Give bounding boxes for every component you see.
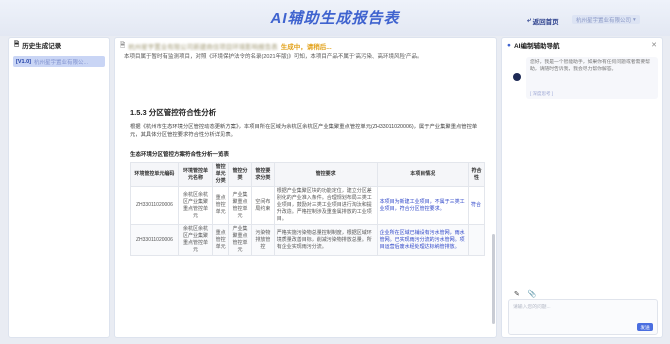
assistant-input[interactable]: 请输入您的问题... 发送 bbox=[508, 299, 658, 335]
column-header: 管控要求 bbox=[273, 162, 378, 187]
attach-icon[interactable]: 📎 bbox=[528, 290, 537, 298]
cell-name: 余杭区余杭区产业集聚重点管控单元 bbox=[177, 186, 214, 225]
document-panel: 🗎 杭州星宇置业有限公司新建商住项目环境影响报告表 生成中，请稍后... 本项目… bbox=[114, 37, 497, 338]
cell-category: 产业集聚重点管控单元 bbox=[228, 224, 252, 256]
back-home-label: 返回首页 bbox=[532, 19, 559, 26]
assistant-title: AI编制辅助导航 bbox=[513, 43, 560, 50]
document-subtext: 本项目属于暂时有监测项目，对照《环境保护法令的名录(2021年版)》可知，本项目… bbox=[124, 54, 423, 60]
history-panel: 🗎 历史生成记录 [V1.0] 杭州星宇置业有限公... bbox=[8, 37, 110, 338]
history-item[interactable]: [V1.0] 杭州星宇置业有限公... bbox=[13, 56, 105, 67]
section-paragraph: 根据《杭州市生态环境分区管控动态更新方案》，本项目所在区域为余杭区余杭区产业集聚… bbox=[130, 124, 478, 138]
table-row: ZH33011020006 余杭区余杭区产业集聚重点管控单元 重点管控单元 产业… bbox=[130, 186, 486, 225]
compliance-table: 环境管控单元编码 环境管控单元名称 管控单元分类 管控分类 管控要求分类 管控要… bbox=[130, 162, 486, 256]
document-header: 🗎 杭州星宇置业有限公司新建商住项目环境影响报告表 生成中，请稍后... bbox=[120, 41, 491, 52]
cell-name: 余杭区余杭区产业集聚重点管控单元 bbox=[177, 224, 214, 256]
assistant-dot-icon: ● bbox=[507, 41, 511, 49]
cell-code: ZH33011020006 bbox=[130, 186, 179, 225]
back-home-link[interactable]: ⤶ 返回首页 bbox=[527, 16, 559, 26]
column-header: 符合性 bbox=[467, 162, 486, 187]
cell-compliance bbox=[467, 224, 486, 256]
edit-icon[interactable]: ✎ bbox=[514, 290, 520, 298]
app-title: AI辅助生成报告表 bbox=[270, 10, 400, 27]
cell-category: 产业集聚重点管控单元 bbox=[228, 186, 252, 225]
table-title: 生态环境分区管控方案符合性分析一览表 bbox=[130, 152, 230, 158]
history-title: 历史生成记录 bbox=[22, 43, 62, 50]
cell-req-type: 空间布局约束 bbox=[250, 186, 275, 225]
input-placeholder: 请输入您的问题... bbox=[513, 305, 551, 310]
back-arrow-icon: ⤶ bbox=[527, 17, 531, 24]
history-icon: 🗎 bbox=[14, 40, 20, 48]
column-header: 本项目情况 bbox=[376, 162, 469, 187]
document-scrollbar[interactable] bbox=[492, 234, 495, 324]
assistant-panel: ● AI编制辅助导航 ✕ 您好，我是一个智能助手，如果你有任何问题或者需要帮助，… bbox=[501, 37, 663, 338]
close-icon[interactable]: ✕ bbox=[651, 41, 657, 49]
assistant-header: ● AI编制辅助导航 bbox=[502, 38, 662, 52]
column-header: 管控分类 bbox=[228, 162, 252, 187]
column-header: 环境管控单元名称 bbox=[177, 162, 214, 187]
chevron-down-icon: ▾ bbox=[633, 16, 636, 23]
send-button[interactable]: 发送 bbox=[637, 323, 653, 331]
cell-requirement: 严格实施污染物总量控制制度，根据区域环境质量改善目标，削减污染物排放总量。所有企… bbox=[273, 224, 378, 256]
table-header-row: 环境管控单元编码 环境管控单元名称 管控单元分类 管控分类 管控要求分类 管控要… bbox=[130, 162, 486, 187]
assistant-toolbar: ✎ 📎 bbox=[514, 290, 537, 298]
column-header: 管控要求分类 bbox=[250, 162, 275, 187]
section-title: 1.5.3 分区管控符合性分析 bbox=[130, 108, 217, 117]
cell-situation: 企业所在区域已铺设有污水管网，雨水管网。已实现雨污分流的污水管网。项目运营后废水… bbox=[376, 224, 469, 256]
top-bar: AI辅助生成报告表 ⤶ 返回首页 杭州星宇置业有限公司 ▾ bbox=[0, 0, 670, 36]
cell-unit-type: 重点管控单元 bbox=[212, 186, 230, 225]
document-name: 杭州星宇置业有限公司新建商住项目环境影响报告表 bbox=[128, 44, 278, 51]
deep-think-tag[interactable]: [ 深度思考 ] bbox=[530, 91, 553, 97]
generation-status: 生成中，请稍后... bbox=[280, 44, 332, 51]
cell-unit-type: 重点管控单元 bbox=[212, 224, 230, 256]
history-version: [V1.0] bbox=[16, 58, 31, 65]
cell-compliance: 符合 bbox=[467, 186, 486, 225]
bot-avatar-icon bbox=[513, 73, 521, 81]
history-name: 杭州星宇置业有限公... bbox=[33, 59, 89, 66]
cell-situation: 本项目为新建工业项目，不属于三类工业项目，符合分区管控要求。 bbox=[376, 186, 469, 225]
document-icon: 🗎 bbox=[120, 41, 126, 49]
cell-req-type: 污染物排放管控 bbox=[250, 224, 275, 256]
cell-code: ZH33011020006 bbox=[130, 224, 179, 256]
cell-requirement: 根据产业集聚区块的功能定位，建立分区差别化的产业准入条件。合理规划布局三类工业项… bbox=[273, 186, 378, 225]
assistant-message-text: 您好，我是一个智能助手，如果你有任何问题或者需要帮助，请随时告诉我，我会尽力帮你… bbox=[530, 60, 650, 72]
column-header: 管控单元分类 bbox=[212, 162, 230, 187]
company-selector[interactable]: 杭州星宇置业有限公司 ▾ bbox=[572, 15, 640, 24]
history-header: 🗎 历史生成记录 bbox=[9, 38, 109, 52]
company-name: 杭州星宇置业有限公司 bbox=[576, 17, 632, 24]
column-header: 环境管控单元编码 bbox=[130, 162, 179, 187]
table-row: ZH33011020006 余杭区余杭区产业集聚重点管控单元 重点管控单元 产业… bbox=[130, 224, 486, 256]
